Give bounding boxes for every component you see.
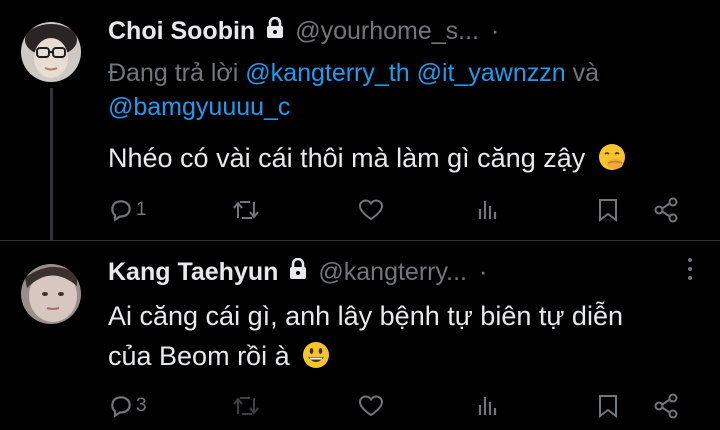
thread-line (50, 88, 53, 240)
retweet-button[interactable] (232, 389, 260, 423)
mention-link[interactable]: @kangterry_th (245, 59, 409, 87)
retweet-icon (233, 201, 259, 219)
like-icon (358, 199, 384, 221)
bookmark-button[interactable] (596, 389, 620, 423)
tweet-1[interactable]: Choi Soobin @yourhome_s... · Đang trả lờ… (0, 0, 720, 240)
reply-icon (111, 200, 131, 222)
share-icon (654, 393, 678, 419)
like-icon (358, 395, 384, 417)
lock-icon (265, 16, 285, 46)
bookmark-icon (599, 395, 617, 418)
tweet-text-line-2: của Beom rồi à (108, 341, 290, 371)
reply-count: 3 (136, 395, 147, 416)
grinning-face-emoji (301, 340, 331, 370)
more-options-icon[interactable] (688, 258, 692, 280)
views-button[interactable] (476, 389, 502, 423)
views-icon (478, 201, 497, 219)
tweet-header: Choi Soobin @yourhome_s... · (108, 16, 499, 46)
like-button[interactable] (358, 389, 384, 423)
retweet-icon (233, 397, 259, 415)
replying-to-prefix: Đang trả lời (108, 59, 246, 87)
tweet-text: Nhéo có vài cái thôi mà làm gì căng zậy (108, 138, 708, 178)
reply-button[interactable]: 3 (108, 389, 147, 423)
tweet-text-content: Nhéo có vài cái thôi mà làm gì căng zậy (108, 143, 586, 173)
hand-over-mouth-emoji (597, 142, 627, 172)
retweet-button[interactable] (232, 193, 260, 227)
separator-dot: · (478, 257, 488, 286)
tweet-2[interactable]: Kang Taehyun @kangterry... · Ai căng cái… (0, 240, 720, 430)
tweet-text: Ai căng cái gì, anh lây bệnh tự biên tự … (108, 296, 708, 376)
reply-count: 1 (136, 199, 147, 220)
tweet-header: Kang Taehyun @kangterry... · (108, 257, 487, 287)
tweet-text-line-1: Ai căng cái gì, anh lây bệnh tự biên tự … (108, 301, 623, 331)
mention-link[interactable]: @bamgyuuuu_c (108, 93, 290, 121)
reply-icon (111, 396, 131, 418)
share-button[interactable] (653, 193, 681, 227)
share-button[interactable] (653, 389, 681, 423)
bookmark-button[interactable] (596, 193, 620, 227)
bookmark-icon (599, 199, 617, 222)
mention-link[interactable]: @it_yawnzzn (417, 59, 566, 87)
replying-to: Đang trả lời @kangterry_th @it_yawnzzn v… (108, 56, 698, 124)
like-button[interactable] (358, 193, 384, 227)
avatar[interactable] (21, 264, 81, 324)
tweet-actions: 1 (108, 193, 698, 227)
display-name[interactable]: Kang Taehyun (108, 258, 278, 287)
share-icon (654, 197, 678, 223)
lock-icon (288, 257, 308, 287)
avatar[interactable] (21, 22, 81, 82)
reply-button[interactable]: 1 (108, 193, 147, 227)
tweet-actions: 3 (108, 389, 698, 423)
display-name[interactable]: Choi Soobin (108, 17, 255, 46)
views-button[interactable] (476, 193, 502, 227)
username[interactable]: @kangterry... (318, 258, 467, 287)
username[interactable]: @yourhome_s... (295, 17, 479, 46)
separator-dot: · (491, 16, 500, 45)
views-icon (478, 397, 497, 415)
replying-to-join: và (565, 59, 599, 87)
